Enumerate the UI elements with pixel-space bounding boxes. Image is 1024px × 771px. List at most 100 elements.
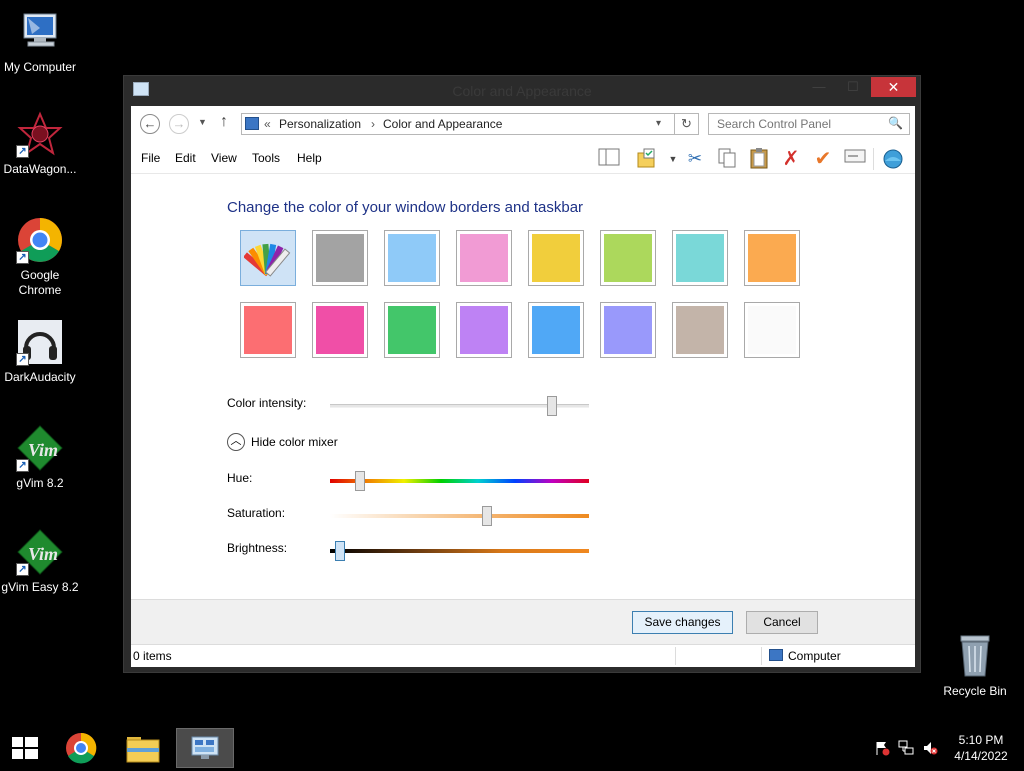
maximize-button[interactable]: ☐ <box>838 77 868 97</box>
brightness-slider[interactable] <box>330 541 589 561</box>
forward-button[interactable]: → <box>169 114 189 134</box>
item-count: 0 items <box>133 649 172 663</box>
title-bar[interactable]: Color and Appearance — ☐ ✕ <box>124 76 920 106</box>
menu-tools[interactable]: Tools <box>252 151 280 165</box>
hue-slider[interactable] <box>330 471 589 491</box>
taskbar-chrome[interactable] <box>54 728 110 768</box>
color-intensity-thumb[interactable] <box>547 396 557 416</box>
address-dropdown-icon[interactable]: ▾ <box>656 118 661 129</box>
action-center-flag-icon[interactable] <box>874 740 890 756</box>
hide-color-mixer-toggle[interactable]: ︿ Hide color mixer <box>227 432 357 452</box>
color-swatch[interactable] <box>528 302 584 358</box>
brightness-thumb[interactable] <box>335 541 345 561</box>
search-icon[interactable]: 🔍 <box>888 116 903 130</box>
desktop-icon-recycle-bin[interactable]: Recycle Bin <box>935 632 1015 699</box>
up-arrow-icon[interactable]: ↑ <box>220 113 228 131</box>
swatch-custom-color[interactable] <box>240 230 296 286</box>
color-swatch[interactable] <box>240 302 296 358</box>
copy-icon[interactable] <box>715 147 739 171</box>
color-swatch[interactable] <box>744 230 800 286</box>
status-divider <box>761 647 762 665</box>
swatch-fill <box>460 234 508 282</box>
windows-logo-icon <box>12 737 38 759</box>
color-swatch[interactable] <box>384 230 440 286</box>
swatch-fill <box>676 234 724 282</box>
save-changes-button[interactable]: Save changes <box>632 611 733 634</box>
color-palette-icon <box>243 234 292 282</box>
close-button[interactable]: ✕ <box>871 77 916 97</box>
recent-locations-chevron-icon[interactable]: ▼ <box>198 117 207 127</box>
status-location: Computer <box>788 649 841 663</box>
search-input[interactable] <box>708 113 910 135</box>
volume-muted-icon[interactable] <box>922 740 938 756</box>
layout-pane-icon[interactable] <box>597 147 621 171</box>
color-intensity-slider[interactable] <box>330 396 589 416</box>
paste-icon[interactable] <box>747 147 771 171</box>
desktop-icon-label: My Computer <box>3 60 77 74</box>
folder-icon <box>126 737 160 763</box>
saturation-thumb[interactable] <box>482 506 492 526</box>
taskbar-clock[interactable]: 5:10 PM 4/14/2022 <box>945 732 1017 764</box>
cancel-button[interactable]: Cancel <box>746 611 818 634</box>
color-swatch[interactable] <box>312 230 368 286</box>
taskbar-file-explorer[interactable] <box>115 728 171 768</box>
color-swatch[interactable] <box>456 302 512 358</box>
network-icon[interactable] <box>898 740 914 756</box>
desktop-icon-datawagon[interactable]: ↗ DataWagon... <box>0 110 80 177</box>
dropdown-arrow-icon[interactable]: ▼ <box>661 147 685 171</box>
color-swatch[interactable] <box>456 230 512 286</box>
desktop-icon-darkaudacity[interactable]: ↗ DarkAudacity <box>0 318 80 385</box>
back-button[interactable]: ← <box>140 114 160 134</box>
cut-icon[interactable]: ✂ <box>683 147 707 171</box>
desktop-icon-label: Google Chrome <box>18 268 62 297</box>
hue-label: Hue: <box>227 471 253 485</box>
brightness-label: Brightness: <box>227 541 288 555</box>
shell-globe-icon[interactable] <box>881 147 905 171</box>
menu-view[interactable]: View <box>211 151 237 165</box>
breadcrumb-personalization[interactable]: Personalization <box>279 117 361 131</box>
desktop-icon-google-chrome[interactable]: ↗ Google Chrome <box>0 216 80 298</box>
address-bar[interactable]: « Personalization › Color and Appearance… <box>241 113 675 135</box>
color-swatch[interactable] <box>384 302 440 358</box>
properties-check-icon[interactable]: ✔ <box>811 147 835 171</box>
rename-icon[interactable] <box>843 147 867 171</box>
chrome-icon: ↗ <box>16 216 64 264</box>
swatch-fill <box>532 306 580 354</box>
refresh-button[interactable]: ↻ <box>675 113 699 135</box>
color-swatch[interactable] <box>528 230 584 286</box>
saturation-slider[interactable] <box>330 506 589 526</box>
menu-edit[interactable]: Edit <box>175 151 196 165</box>
folder-options-icon[interactable] <box>635 147 659 171</box>
shortcut-arrow-icon: ↗ <box>16 251 29 264</box>
menu-help[interactable]: Help <box>297 151 322 165</box>
hue-thumb[interactable] <box>355 471 365 491</box>
hide-color-mixer-label: Hide color mixer <box>251 435 338 449</box>
minimize-button[interactable]: — <box>804 77 834 97</box>
chrome-icon <box>66 732 97 764</box>
color-swatch[interactable] <box>600 230 656 286</box>
taskbar-control-panel[interactable] <box>176 728 234 768</box>
datawagon-icon: ↗ <box>16 110 64 158</box>
taskbar: 5:10 PM 4/14/2022 <box>0 728 1024 768</box>
recycle-bin-icon <box>951 632 999 680</box>
color-intensity-label: Color intensity: <box>227 396 307 410</box>
menu-file[interactable]: File <box>141 151 160 165</box>
breadcrumb-arrow: › <box>371 117 375 131</box>
breadcrumb-color-and-appearance[interactable]: Color and Appearance <box>383 117 502 131</box>
delete-icon[interactable]: ✗ <box>779 147 803 171</box>
swatch-fill <box>604 234 652 282</box>
desktop-icon-label: gVim 8.2 <box>16 476 64 490</box>
control-panel-window: Color and Appearance — ☐ ✕ ← → ▼ ↑ « Per… <box>123 75 921 673</box>
color-swatch[interactable] <box>744 302 800 358</box>
shortcut-arrow-icon: ↗ <box>16 145 29 158</box>
color-swatch[interactable] <box>312 302 368 358</box>
desktop-icon-my-computer[interactable]: My Computer <box>0 8 80 75</box>
color-swatch[interactable] <box>672 230 728 286</box>
swatch-fill <box>676 306 724 354</box>
desktop-icon-gvim-easy[interactable]: Vim ↗ gVim Easy 8.2 <box>0 528 80 595</box>
start-button[interactable] <box>0 728 56 768</box>
color-swatch[interactable] <box>600 302 656 358</box>
color-swatch[interactable] <box>672 302 728 358</box>
desktop-icon-gvim[interactable]: Vim ↗ gVim 8.2 <box>0 424 80 491</box>
shortcut-arrow-icon: ↗ <box>16 563 29 576</box>
